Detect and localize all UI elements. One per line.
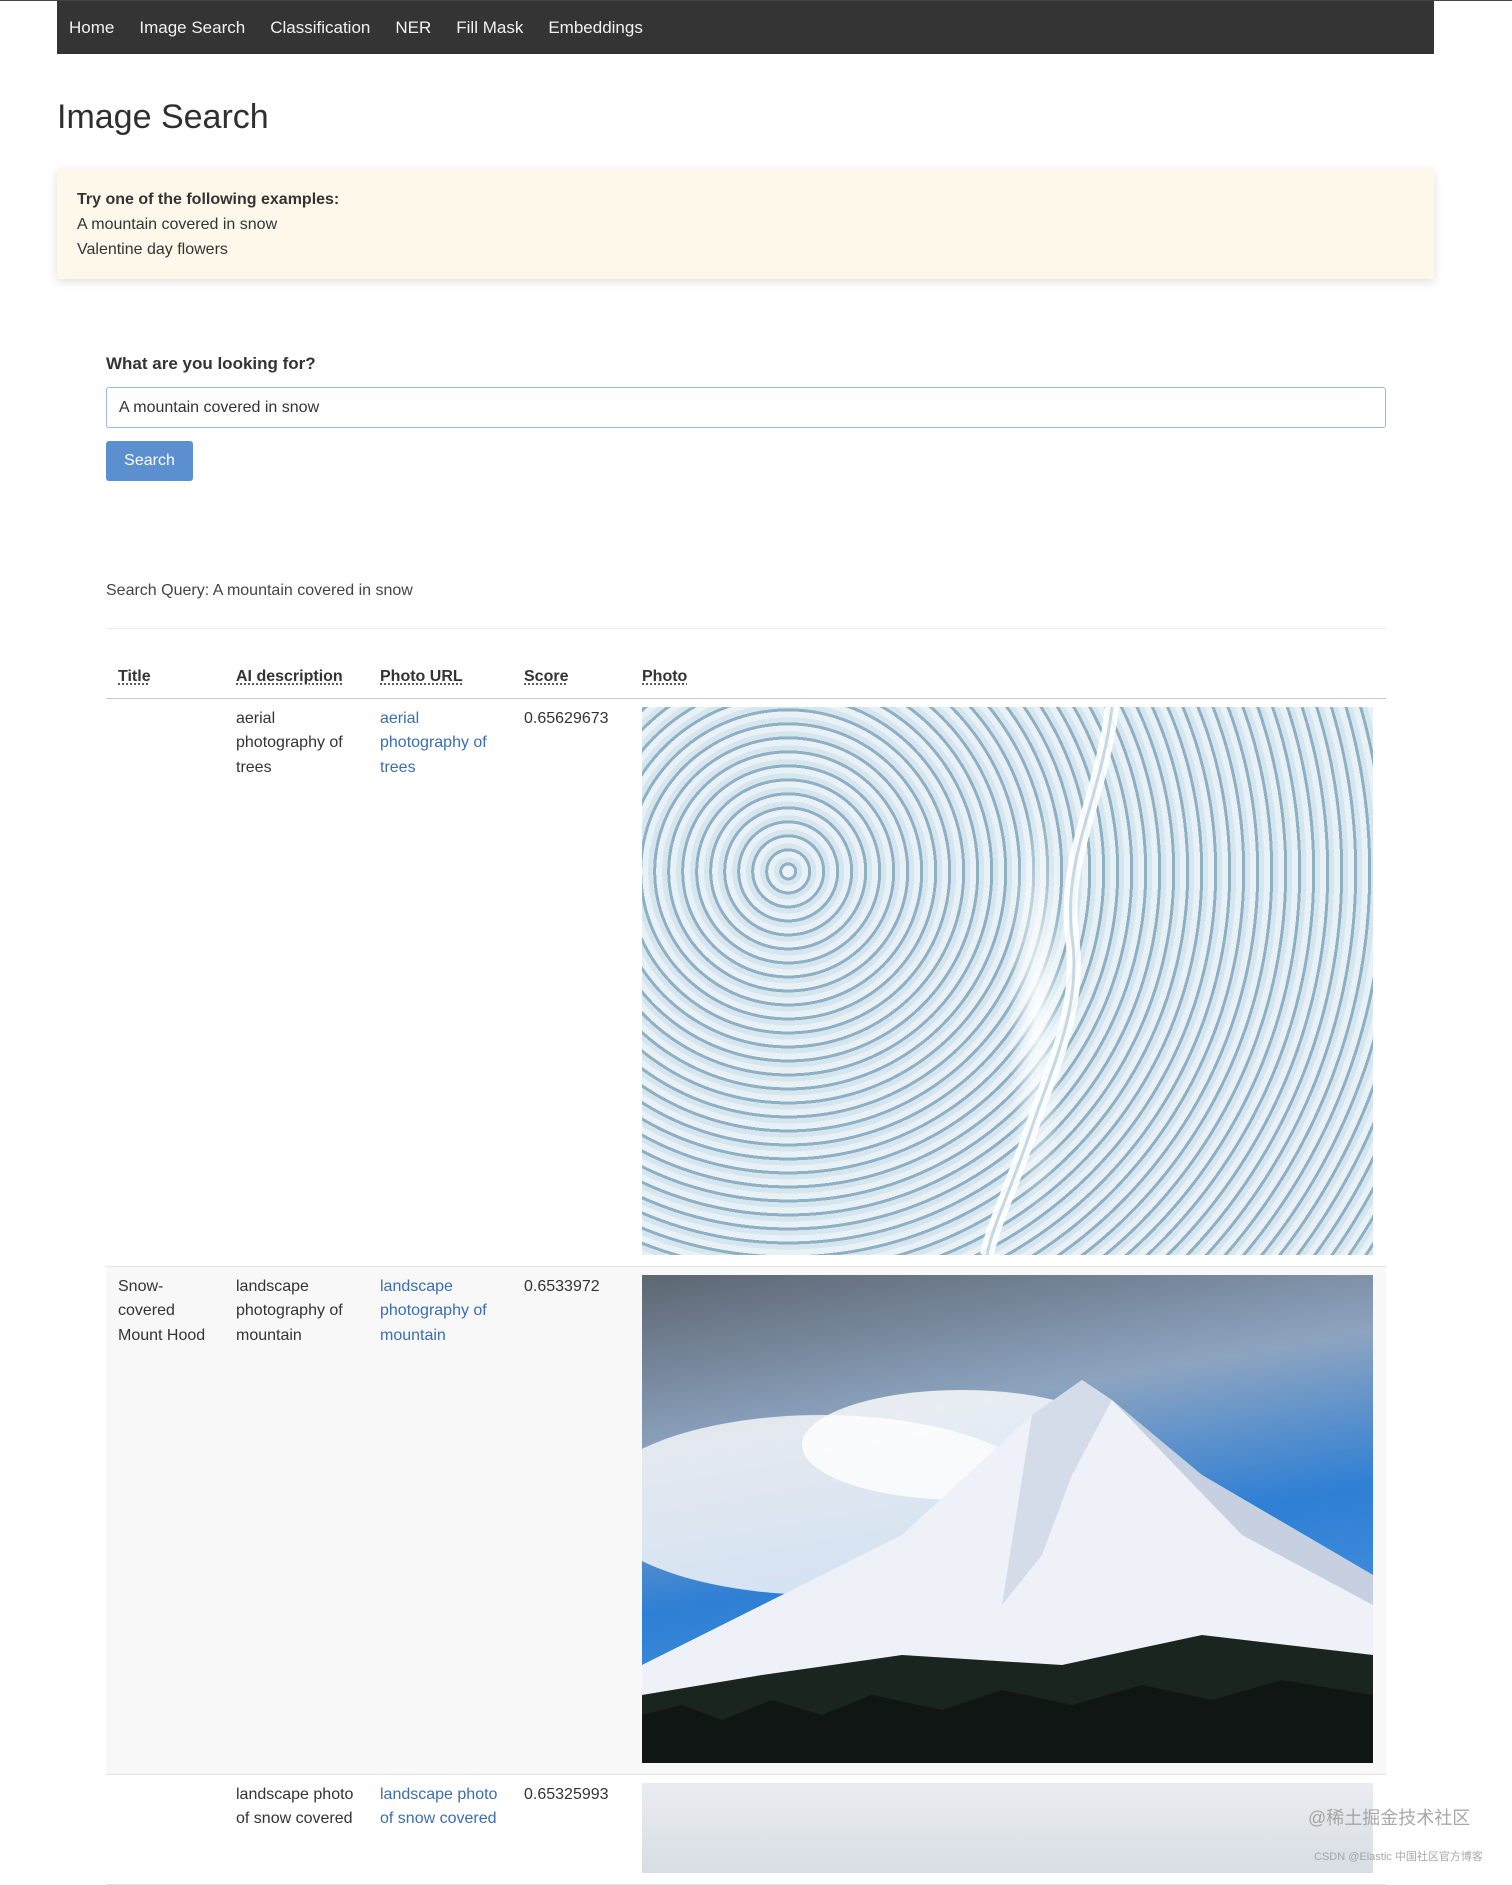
- column-header-title[interactable]: Title: [106, 660, 224, 699]
- watermark-logo-text: @稀土掘金技术社区: [1308, 1808, 1471, 1828]
- page-title: Image Search: [57, 98, 269, 136]
- photo-snowy-forest-aerial: [642, 706, 1373, 1255]
- examples-alert: Try one of the following examples: A mou…: [57, 169, 1434, 279]
- nav-link-image-search[interactable]: Image Search: [139, 18, 245, 38]
- column-header-photo[interactable]: Photo: [630, 660, 1386, 699]
- example-item: A mountain covered in snow: [77, 216, 278, 233]
- photo-snow-covered-landscape: [642, 1782, 1373, 1873]
- table-row: aerial photography of trees aerial photo…: [106, 698, 1386, 1267]
- column-header-photo-url[interactable]: Photo URL: [368, 660, 512, 699]
- nav-link-home[interactable]: Home: [69, 18, 114, 38]
- cell-photo: [630, 1266, 1386, 1775]
- search-button[interactable]: Search: [106, 441, 193, 481]
- top-navbar: Home Image Search Classification NER Fil…: [57, 1, 1434, 54]
- watermark-caption: CSDN @Elastic 中国社区官方博客: [1314, 1851, 1483, 1863]
- cell-title: Snow-covered Mount Hood: [106, 1266, 224, 1775]
- photo-link[interactable]: landscape photography of mountain: [380, 1278, 487, 1344]
- results-table: Title AI description Photo URL Score Pho…: [106, 660, 1386, 1885]
- column-header-ai-description[interactable]: AI description: [224, 660, 368, 699]
- cell-photo-url: landscape photography of mountain: [368, 1266, 512, 1775]
- cell-ai-description: aerial photography of trees: [224, 698, 368, 1267]
- table-header-row: Title AI description Photo URL Score Pho…: [106, 660, 1386, 699]
- example-item: Valentine day flowers: [77, 241, 228, 258]
- photo-mount-hood: [642, 1274, 1373, 1763]
- cell-photo: [630, 698, 1386, 1267]
- column-header-score[interactable]: Score: [512, 660, 630, 699]
- cell-photo-url: aerial photography of trees: [368, 698, 512, 1267]
- table-row: Snow-covered Mount Hood landscape photog…: [106, 1266, 1386, 1775]
- cell-score: 0.65629673: [512, 698, 630, 1267]
- cell-title: [106, 698, 224, 1267]
- nav-link-embeddings[interactable]: Embeddings: [548, 18, 643, 38]
- forest-road-path: [980, 706, 1119, 1255]
- nav-link-ner[interactable]: NER: [395, 18, 431, 38]
- examples-title: Try one of the following examples:: [77, 191, 340, 208]
- cell-ai-description: landscape photography of mountain: [224, 1266, 368, 1775]
- photo-link[interactable]: aerial photography of trees: [380, 710, 487, 776]
- cell-score: 0.6533972: [512, 1266, 630, 1775]
- nav-link-classification[interactable]: Classification: [270, 18, 370, 38]
- nav-link-fill-mask[interactable]: Fill Mask: [456, 18, 523, 38]
- search-label: What are you looking for?: [106, 354, 316, 373]
- search-query-text: Search Query: A mountain covered in snow: [106, 582, 413, 599]
- divider: [106, 628, 1386, 629]
- mountain-illustration: [642, 1379, 1373, 1763]
- search-input[interactable]: [106, 387, 1386, 428]
- photo-link[interactable]: landscape photo of snow covered: [380, 1786, 497, 1828]
